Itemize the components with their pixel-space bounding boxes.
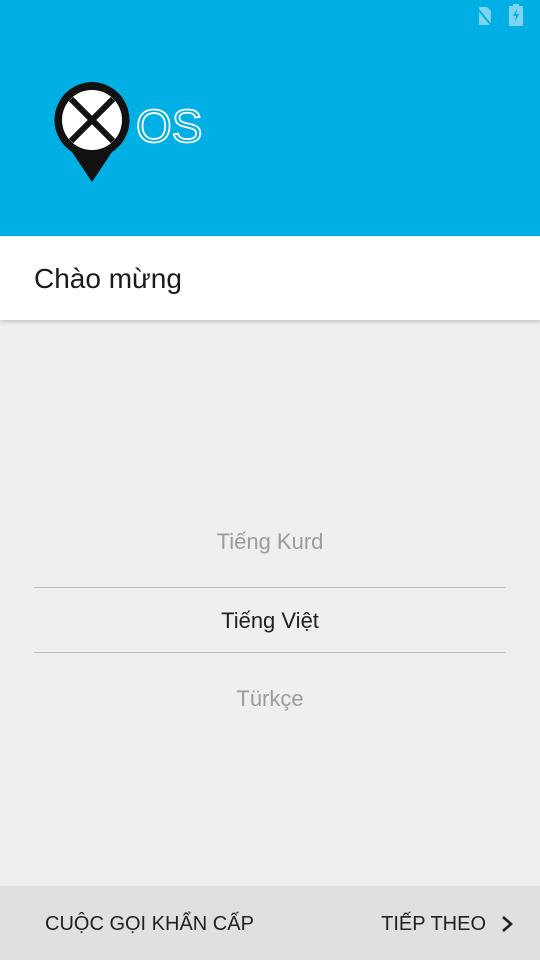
language-option-selected[interactable]: Tiếng Việt — [34, 607, 506, 635]
picker-divider-bottom — [34, 652, 506, 653]
next-button-label: TIẾP THEO — [381, 913, 486, 935]
battery-charging-icon — [509, 4, 523, 26]
language-option-next[interactable]: Türkçe — [34, 685, 506, 713]
title-bar: Chào mừng — [0, 236, 540, 320]
next-button[interactable]: TIẾP THEO — [381, 912, 514, 936]
x-marker-logo: OS — [54, 82, 203, 182]
page-title: Chào mừng — [34, 263, 182, 294]
xos-logo: OS — [52, 80, 212, 190]
header-banner: OS — [0, 0, 540, 236]
logo-text: OS — [136, 100, 202, 152]
picker-divider-top — [34, 587, 506, 588]
bottom-action-bar: CUỘC GỌI KHẨN CẤP TIẾP THEO — [0, 886, 540, 960]
language-option-previous[interactable]: Tiếng Kurd — [34, 528, 506, 556]
status-bar — [0, 0, 540, 34]
no-sim-icon — [476, 7, 492, 26]
chevron-right-icon — [502, 916, 513, 932]
emergency-call-button[interactable]: CUỘC GỌI KHẨN CẤP — [45, 912, 254, 936]
language-picker[interactable]: Tiếng Kurd Tiếng Việt Türkçe — [34, 500, 506, 740]
